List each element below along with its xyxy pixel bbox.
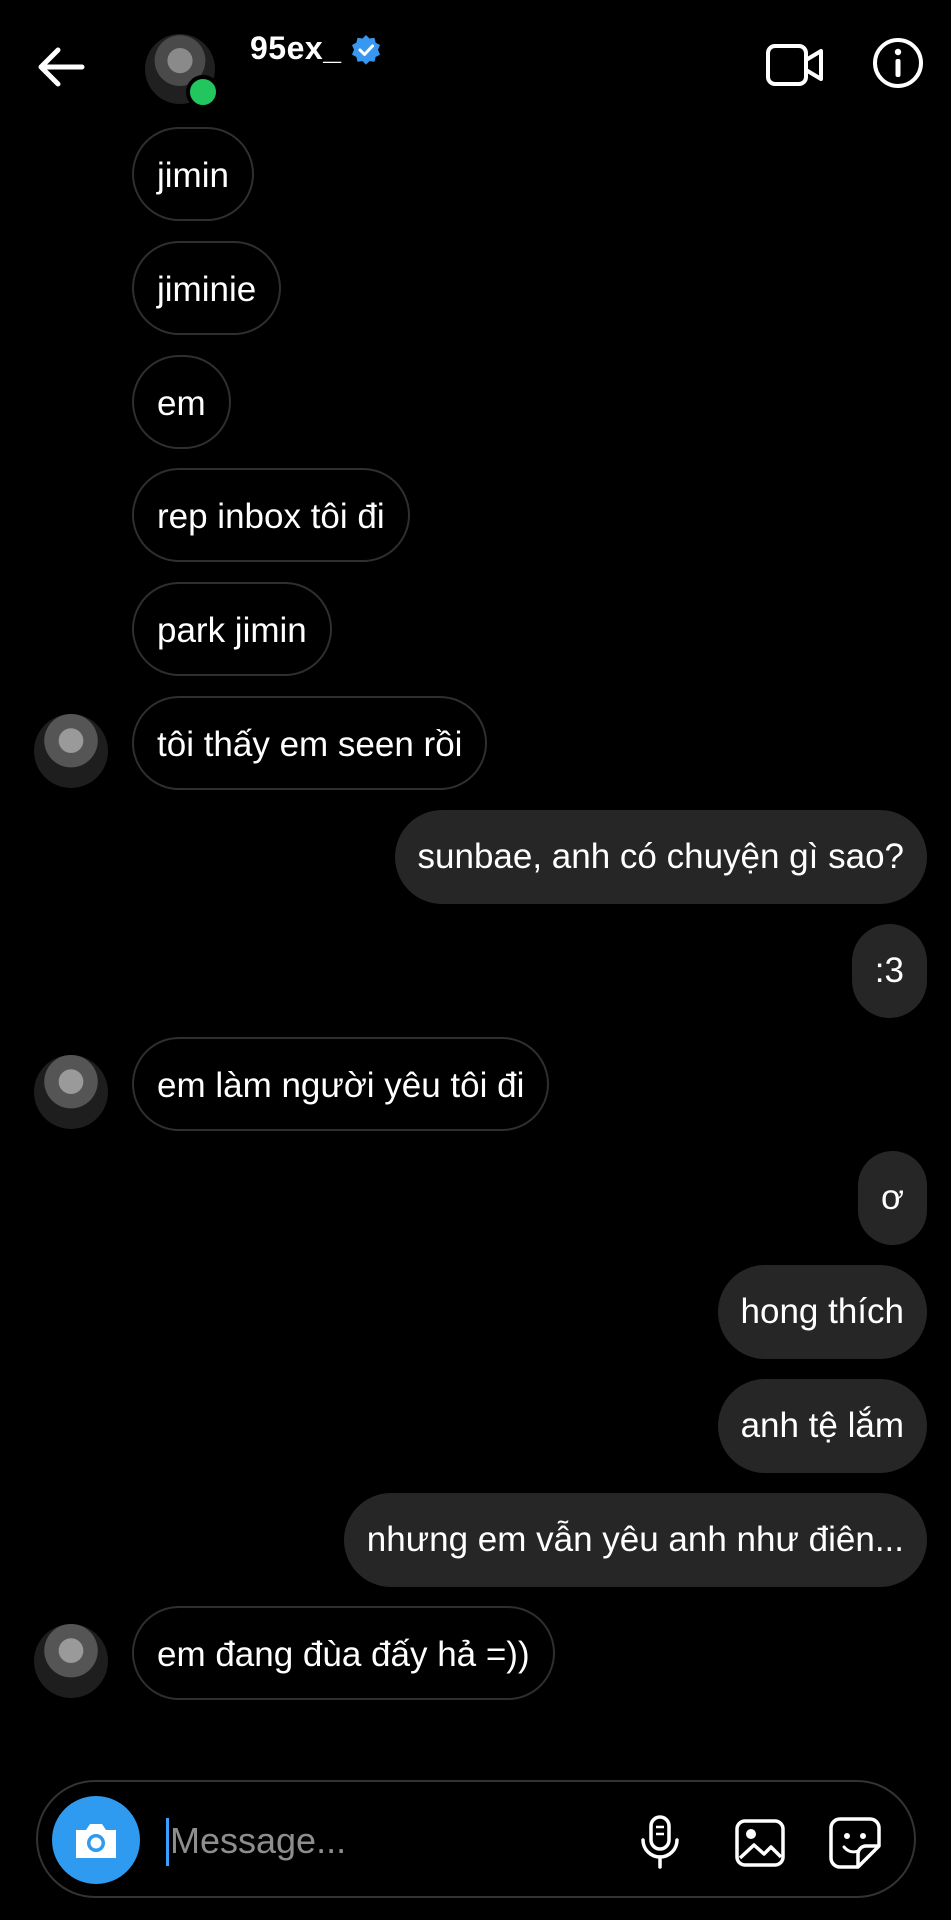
outgoing-message-bubble[interactable]: hong thích [717, 1265, 927, 1359]
outgoing-message-bubble[interactable]: sunbae, anh có chuyện gì sao? [394, 809, 927, 904]
chat-header: 95ex_ [0, 0, 951, 125]
incoming-message-bubble[interactable]: jiminie [132, 240, 282, 335]
message-row: nhưng em vẫn yêu anh như điên... [0, 1492, 951, 1589]
message-row: ơ [0, 1151, 951, 1247]
message-input[interactable] [168, 1808, 552, 1874]
camera-button[interactable] [52, 1796, 140, 1884]
sender-avatar[interactable] [34, 1055, 108, 1130]
video-call-icon[interactable] [765, 40, 825, 90]
message-row: hong thích [0, 1265, 951, 1361]
contact-username[interactable]: 95ex_ [250, 30, 341, 67]
message-row: jimin [0, 127, 951, 223]
arrow-left-icon[interactable] [30, 40, 90, 94]
message-row: sunbae, anh có chuyện gì sao? [0, 809, 951, 906]
message-row: anh tệ lắm [0, 1378, 951, 1475]
message-row: rep inbox tôi đi [0, 468, 951, 564]
info-icon[interactable] [872, 37, 924, 89]
message-thread: jimin jiminie em rep inbox tôi đi park jimin… [0, 125, 951, 1765]
camera-icon [76, 1824, 116, 1858]
message-composer [36, 1780, 916, 1898]
incoming-message-bubble[interactable]: tôi thấy em seen rồi [132, 696, 488, 790]
incoming-message-bubble[interactable]: park jimin [132, 582, 332, 677]
message-row: park jimin [0, 582, 951, 678]
message-row: jiminie [0, 240, 951, 337]
incoming-message-bubble[interactable]: em [132, 354, 231, 449]
message-row: tôi thấy em seen rồi [0, 696, 951, 792]
verified-badge-icon [352, 35, 380, 65]
gallery-icon[interactable] [734, 1818, 786, 1868]
outgoing-message-bubble[interactable]: :3 [851, 923, 927, 1018]
outgoing-message-bubble[interactable]: anh tệ lắm [717, 1378, 927, 1473]
sender-avatar[interactable] [34, 714, 108, 788]
incoming-message-bubble[interactable]: em làm người yêu tôi đi [132, 1037, 550, 1132]
microphone-icon[interactable] [638, 1814, 682, 1870]
outgoing-message-bubble[interactable]: nhưng em vẫn yêu anh như điên... [343, 1492, 927, 1587]
sender-avatar[interactable] [34, 1624, 108, 1699]
message-row: em [0, 354, 951, 451]
outgoing-message-bubble[interactable]: ơ [858, 1151, 927, 1246]
message-row: em làm người yêu tôi đi [0, 1037, 951, 1133]
incoming-message-bubble[interactable]: rep inbox tôi đi [132, 468, 410, 563]
incoming-message-bubble[interactable]: em đang đùa đấy hả =)) [132, 1606, 555, 1701]
message-row: em đang đùa đấy hả =)) [0, 1606, 951, 1702]
online-status-dot [186, 75, 220, 109]
message-row: :3 [0, 923, 951, 1020]
incoming-message-bubble[interactable]: jimin [132, 127, 254, 221]
sticker-icon[interactable] [828, 1816, 882, 1870]
